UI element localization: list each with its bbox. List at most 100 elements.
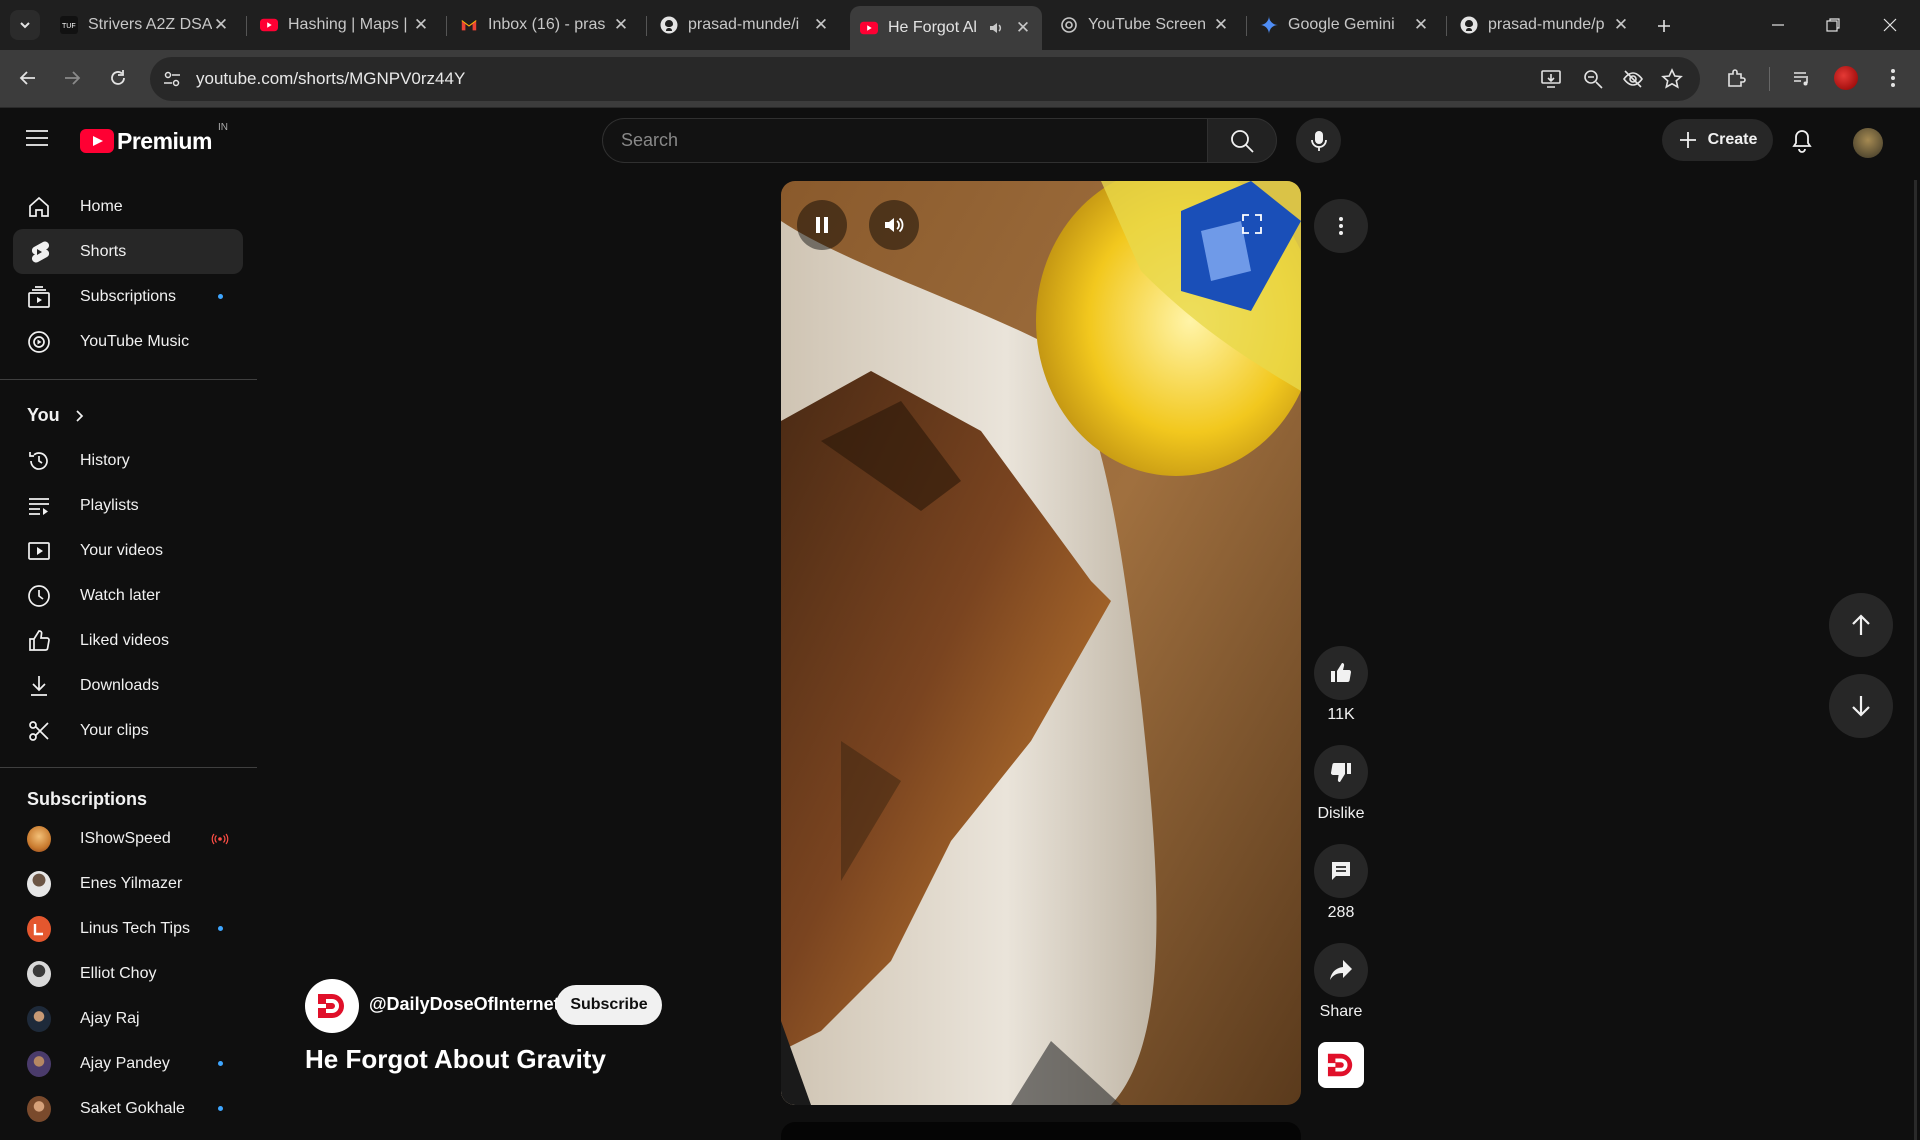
sidebar-item-home[interactable]: Home xyxy=(13,184,243,229)
browser-tab-active[interactable]: He Forgot Al ✕ xyxy=(850,6,1042,50)
eye-off-icon[interactable] xyxy=(1622,68,1644,90)
sidebar-channel-ajay-pandey[interactable]: Ajay Pandey xyxy=(13,1041,243,1086)
sidebar-item-youtube-music[interactable]: YouTube Music xyxy=(13,319,243,364)
previous-short-button[interactable] xyxy=(1829,593,1893,657)
back-button[interactable] xyxy=(8,58,48,98)
sidebar-item-label: Shorts xyxy=(80,242,127,260)
comments-button[interactable] xyxy=(1314,844,1368,898)
openai-icon xyxy=(1060,16,1078,34)
bookmark-star-icon[interactable] xyxy=(1661,68,1683,90)
sidebar-item-subscriptions[interactable]: Subscriptions xyxy=(13,274,243,319)
youtube-logo[interactable]: Premium IN xyxy=(80,122,228,156)
zoom-icon[interactable] xyxy=(1582,68,1604,90)
next-short-button[interactable] xyxy=(1829,674,1893,738)
browser-tab[interactable]: TUF Strivers A2Z DSA ✕ xyxy=(50,6,240,44)
site-info-icon[interactable] xyxy=(162,69,182,89)
thumbs-up-icon xyxy=(1331,663,1352,683)
close-icon[interactable]: ✕ xyxy=(212,15,230,35)
search-input[interactable] xyxy=(603,119,1207,162)
channel-avatar xyxy=(27,870,51,897)
close-icon[interactable]: ✕ xyxy=(412,15,430,35)
chevron-right-icon xyxy=(76,409,83,422)
video-frame xyxy=(781,181,1301,1105)
share-button[interactable] xyxy=(1314,943,1368,997)
fullscreen-button[interactable] xyxy=(1241,213,1267,239)
close-icon[interactable]: ✕ xyxy=(1612,15,1630,35)
sidebar-item-playlists[interactable]: Playlists xyxy=(13,483,243,528)
tab-search-button[interactable] xyxy=(10,10,40,40)
like-button[interactable] xyxy=(1314,646,1368,700)
reload-button[interactable] xyxy=(98,58,138,98)
voice-search-button[interactable] xyxy=(1296,118,1341,163)
dislike-button[interactable] xyxy=(1314,745,1368,799)
pause-button[interactable] xyxy=(797,200,847,250)
media-control-button[interactable] xyxy=(1782,58,1822,98)
forward-button[interactable] xyxy=(52,58,92,98)
channel-name: Elliot Choy xyxy=(80,964,157,982)
guide-menu-button[interactable] xyxy=(26,129,56,153)
volume-button[interactable] xyxy=(869,200,919,250)
subscribe-button[interactable]: Subscribe xyxy=(556,985,662,1025)
channel-handle[interactable]: @DailyDoseOfInternet xyxy=(369,994,560,1015)
share-arrow-icon xyxy=(1330,960,1352,980)
browser-tab[interactable]: Inbox (16) - pras ✕ xyxy=(450,6,640,44)
sidebar-channel-saket-gokhale[interactable]: Saket Gokhale xyxy=(13,1086,243,1131)
liked-videos-icon xyxy=(27,629,51,653)
sidebar-item-downloads[interactable]: Downloads xyxy=(13,663,243,708)
github-icon xyxy=(1460,16,1478,34)
channel-name: Ajay Pandey xyxy=(80,1054,170,1072)
sidebar-item-shorts[interactable]: Shorts xyxy=(13,229,243,274)
more-options-button[interactable] xyxy=(1314,199,1368,253)
search-button[interactable] xyxy=(1207,118,1277,163)
close-icon[interactable]: ✕ xyxy=(1014,18,1032,38)
account-avatar[interactable] xyxy=(1853,128,1883,158)
sidebar-item-watch-later[interactable]: Watch later xyxy=(13,573,243,618)
extensions-button[interactable] xyxy=(1716,58,1756,98)
tab-title: YouTube Screen xyxy=(1088,16,1207,33)
gemini-icon xyxy=(1260,16,1278,34)
sidebar-channel-enes-yilmazer[interactable]: Enes Yilmazer xyxy=(13,861,243,906)
profile-button[interactable] xyxy=(1826,58,1866,98)
sidebar-channel-elliot-choy[interactable]: Elliot Choy xyxy=(13,951,243,996)
install-app-icon[interactable] xyxy=(1540,68,1562,90)
browser-tab[interactable]: Hashing | Maps | ✕ xyxy=(250,6,440,44)
address-bar[interactable]: youtube.com/shorts/MGNPV0rz44Y xyxy=(150,57,1700,101)
close-icon xyxy=(1883,18,1897,32)
close-window-button[interactable] xyxy=(1870,8,1910,42)
sidebar-item-label: Watch later xyxy=(80,586,161,604)
browser-tab[interactable]: prasad-munde/p ✕ xyxy=(1450,6,1640,44)
speaker-icon[interactable] xyxy=(988,20,1004,36)
restore-button[interactable] xyxy=(1813,8,1853,42)
browser-tab[interactable]: Google Gemini ✕ xyxy=(1250,6,1440,44)
channel-avatar xyxy=(27,915,51,942)
tab-separator xyxy=(646,16,647,36)
you-section-heading[interactable]: You xyxy=(27,405,86,426)
minimize-button[interactable] xyxy=(1758,8,1798,42)
logo-text: Premium xyxy=(117,127,212,154)
sidebar-channel-ajay-raj[interactable]: Ajay Raj xyxy=(13,996,243,1041)
sidebar-item-history[interactable]: History xyxy=(13,438,243,483)
fullscreen-icon xyxy=(1242,214,1262,234)
browser-menu-button[interactable] xyxy=(1873,58,1913,98)
close-icon[interactable]: ✕ xyxy=(812,15,830,35)
shorts-video-player[interactable] xyxy=(781,181,1301,1105)
sidebar-item-liked-videos[interactable]: Liked videos xyxy=(13,618,243,663)
sidebar-channel-linus-tech-tips[interactable]: Linus Tech Tips xyxy=(13,906,243,951)
page-scrollbar[interactable] xyxy=(1914,180,1917,1140)
short-title[interactable]: He Forgot About Gravity xyxy=(305,1044,606,1075)
close-icon[interactable]: ✕ xyxy=(612,15,630,35)
create-button[interactable]: Create xyxy=(1662,119,1773,161)
sidebar-item-your-clips[interactable]: Your clips xyxy=(13,708,243,753)
channel-avatar[interactable] xyxy=(305,979,359,1033)
sidebar-channel-ishowspeed[interactable]: IShowSpeed xyxy=(13,816,243,861)
sound-source-thumbnail[interactable] xyxy=(1318,1042,1364,1088)
new-tab-button[interactable] xyxy=(1650,12,1678,40)
close-icon[interactable]: ✕ xyxy=(1212,15,1230,35)
new-content-dot xyxy=(218,1106,223,1111)
browser-tab[interactable]: YouTube Screen ✕ xyxy=(1050,6,1240,44)
sidebar-item-your-videos[interactable]: Your videos xyxy=(13,528,243,573)
browser-tab[interactable]: prasad-munde/i ✕ xyxy=(650,6,840,44)
notifications-button[interactable] xyxy=(1786,125,1818,157)
close-icon[interactable]: ✕ xyxy=(1412,15,1430,35)
comment-icon xyxy=(1332,862,1350,880)
